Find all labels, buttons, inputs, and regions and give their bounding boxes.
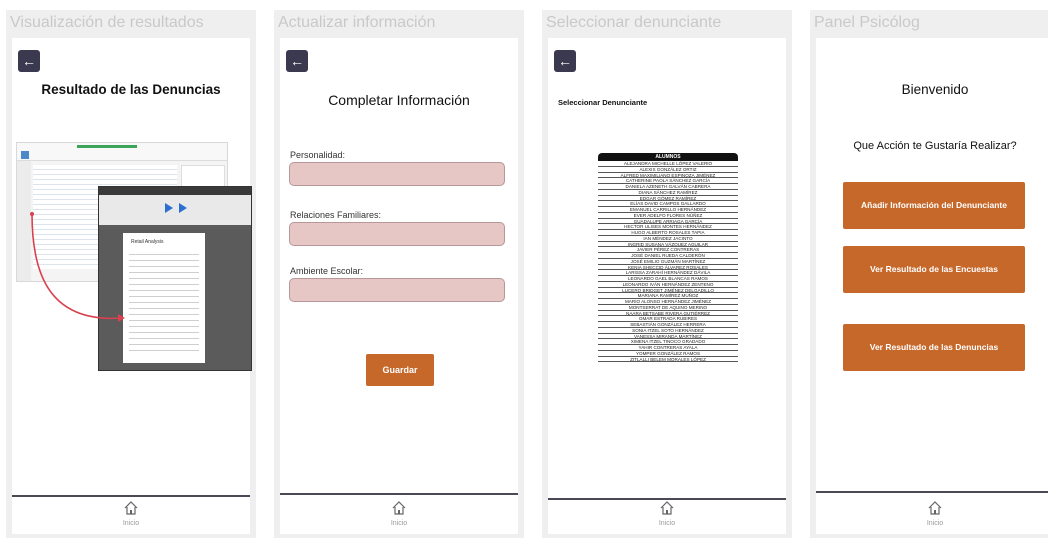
nav-divider bbox=[816, 491, 1048, 493]
report-titlebar bbox=[99, 187, 251, 195]
arrow-left-icon: ← bbox=[290, 53, 304, 69]
frame-title: Visualización de resultados bbox=[10, 14, 204, 31]
home-icon[interactable] bbox=[927, 500, 943, 516]
nav-label-inicio: Inicio bbox=[658, 520, 676, 527]
bottom-nav[interactable]: Inicio bbox=[280, 494, 518, 534]
back-button[interactable]: ← bbox=[18, 50, 40, 72]
phone-screen: ← Resultado de las Denuncias Retail Anal… bbox=[12, 38, 252, 534]
arrow-left-icon: ← bbox=[558, 53, 572, 69]
bottom-nav[interactable]: Inicio bbox=[12, 494, 250, 534]
back-button[interactable]: ← bbox=[286, 50, 308, 72]
ribbon-highlight bbox=[77, 145, 137, 148]
frame-title: Seleccionar denunciante bbox=[546, 14, 722, 31]
nav-label-inicio: Inicio bbox=[122, 520, 140, 527]
student-row[interactable]: ZITLALLI BELEM MORALES LÓPEZ bbox=[598, 357, 738, 363]
home-icon[interactable] bbox=[391, 500, 407, 516]
report-rows bbox=[129, 249, 199, 355]
phone-screen: ← Seleccionar Denunciante ALUMNOS ALEJAN… bbox=[548, 38, 786, 534]
frame-seleccionar: Seleccionar denunciante ← Seleccionar De… bbox=[542, 10, 792, 538]
forward-icon bbox=[179, 203, 187, 213]
storyboard: Visualización de resultados ← Resultado … bbox=[0, 0, 1048, 542]
nav-label-inicio: Inicio bbox=[390, 520, 408, 527]
complaint-results-button[interactable]: Ver Resultado de las Denuncias bbox=[843, 324, 1025, 371]
ribbon bbox=[17, 143, 227, 161]
table-header: ALUMNOS bbox=[655, 154, 681, 160]
nav-label-inicio: Inicio bbox=[926, 520, 944, 527]
student-list: ALEJANDRA MICHELLE LÓPEZ VALERIO ALEXIS G… bbox=[598, 161, 738, 363]
page-title: Resultado de las Denuncias bbox=[41, 82, 221, 97]
frame-visualizacion: Visualización de resultados ← Resultado … bbox=[6, 10, 256, 538]
welcome-text: Bienvenido bbox=[901, 82, 969, 97]
add-info-button[interactable]: Añadir Información del Denunciante bbox=[843, 182, 1025, 229]
personalidad-label: Personalidad: bbox=[290, 150, 346, 160]
page-title: Seleccionar Denunciante bbox=[558, 98, 648, 107]
frame-panel-psicologo: Panel Psicólog Bienvenido Que Acción te … bbox=[810, 10, 1048, 538]
save-button[interactable]: Guardar bbox=[366, 354, 434, 386]
connector-arrow bbox=[30, 212, 125, 322]
ambiente-label: Ambiente Escolar: bbox=[290, 266, 364, 276]
frame-actualizar: Actualizar información ← Completar Infor… bbox=[274, 10, 524, 538]
phone-screen: ← Completar Información Personalidad: Re… bbox=[280, 38, 518, 534]
back-button[interactable]: ← bbox=[554, 50, 576, 72]
relaciones-input[interactable] bbox=[289, 222, 505, 246]
bottom-nav[interactable]: Inicio bbox=[816, 494, 1048, 534]
play-icon bbox=[165, 203, 173, 213]
arrow-left-icon: ← bbox=[22, 53, 36, 69]
bottom-nav[interactable]: Inicio bbox=[548, 494, 786, 534]
survey-results-button[interactable]: Ver Resultado de las Encuestas bbox=[843, 246, 1025, 293]
home-icon[interactable] bbox=[659, 500, 675, 516]
home-icon[interactable] bbox=[123, 500, 139, 516]
phone-screen: Bienvenido Que Acción te Gustaría Realiz… bbox=[816, 38, 1048, 534]
question-text: Que Acción te Gustaría Realizar? bbox=[853, 140, 1017, 152]
report-heading: Retail Analysis bbox=[131, 239, 164, 245]
relaciones-label: Relaciones Familiares: bbox=[290, 210, 382, 220]
students-table: ALUMNOS ALEJANDRA MICHELLE LÓPEZ VALERIO… bbox=[598, 153, 738, 403]
app-icon bbox=[21, 151, 29, 159]
personalidad-input[interactable] bbox=[289, 162, 505, 186]
ambiente-input[interactable] bbox=[289, 278, 505, 302]
report-page: Retail Analysis bbox=[123, 233, 205, 363]
frame-title: Panel Psicólog bbox=[814, 14, 920, 31]
page-title: Completar Información bbox=[328, 92, 470, 108]
frame-title: Actualizar información bbox=[278, 14, 436, 31]
